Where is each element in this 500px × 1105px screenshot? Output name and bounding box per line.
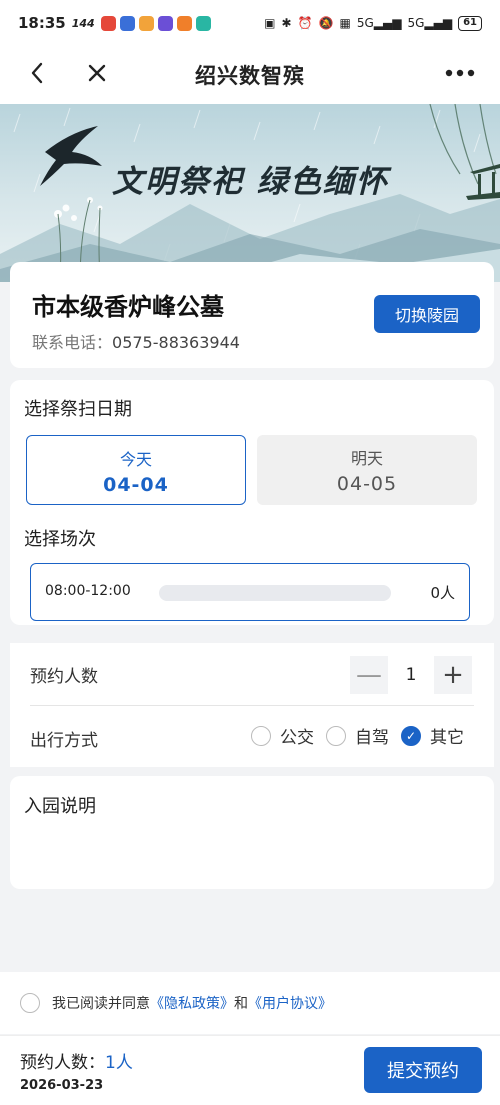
travel-option-label: 自驾 <box>355 728 389 748</box>
entry-instructions-card: 入园说明 <box>10 776 494 889</box>
signal-icon: 5G▂▄▆ <box>356 16 402 30</box>
agree-checkbox[interactable] <box>20 993 40 1013</box>
travel-option-self-drive[interactable]: 自驾 <box>326 723 389 748</box>
radio-checked-icon: ✓ <box>401 725 421 746</box>
cemetery-card: 市本级香炉峰公墓 联系电话：0575-88363944 切换陵园 <box>10 262 494 368</box>
app-notification-icon <box>119 15 135 31</box>
date-section-title: 选择祭扫日期 <box>24 399 132 420</box>
agreement-text: 我已阅读并同意 <box>52 996 150 1012</box>
travel-option-label: 公交 <box>280 728 314 748</box>
people-count-label: 预约人数 <box>30 667 98 687</box>
footer-count-value: 1人 <box>105 1053 133 1073</box>
phone-label: 联系电话： <box>32 333 113 352</box>
footer-bar: 预约人数：1人 2026-03-23 提交预约 <box>0 1035 500 1105</box>
app-notification-icon <box>176 15 192 31</box>
date-option-tomorrow[interactable]: 明天 04-05 <box>257 435 477 505</box>
signal-icon: 5G▂▄▆ <box>407 16 453 30</box>
session-capacity-bar <box>159 585 391 601</box>
session-time: 08:00-12:00 <box>45 583 131 599</box>
app-notification-icon <box>195 15 211 31</box>
footer-date: 2026-03-23 <box>20 1078 104 1093</box>
travel-option-bus[interactable]: 公交 <box>251 723 314 748</box>
radio-unchecked-icon <box>251 725 271 746</box>
entry-instructions-title: 入园说明 <box>24 796 96 817</box>
date-option-label: 今天 <box>119 450 152 469</box>
agreement-and: 和 <box>234 996 248 1012</box>
battery-icon: 61 <box>458 15 482 31</box>
session-section-title: 选择场次 <box>24 529 96 550</box>
more-icon <box>445 69 475 77</box>
agreement-row: 我已阅读并同意 《隐私政策》 和 《用户协议》 <box>0 972 500 1034</box>
hd-icon: ▦ <box>339 16 351 30</box>
status-time: 18:35 <box>18 14 66 32</box>
travel-option-other[interactable]: ✓ 其它 <box>401 723 464 748</box>
mute-icon: 🔕 <box>318 16 334 30</box>
app-notification-icon <box>138 15 154 31</box>
date-option-value: 04-04 <box>103 474 169 496</box>
submit-booking-button[interactable]: 提交预约 <box>364 1047 482 1093</box>
more-button[interactable] <box>440 58 480 88</box>
date-option-today[interactable]: 今天 04-04 <box>26 435 246 505</box>
chevron-left-icon <box>31 62 43 84</box>
back-button[interactable] <box>22 58 52 88</box>
status-right: ▣ ✱ ⏰ 🔕 ▦ 5G▂▄▆ 5G▂▄▆ 61 <box>264 15 482 31</box>
cemetery-phone: 联系电话：0575-88363944 <box>32 329 240 353</box>
switch-cemetery-button[interactable]: 切换陵园 <box>374 295 480 333</box>
footer-people-count: 预约人数：1人 <box>20 1048 133 1073</box>
banner: 文明祭祀 绿色缅怀 <box>0 104 500 282</box>
footer-count-label: 预约人数： <box>20 1053 105 1073</box>
plus-button[interactable]: + <box>434 656 472 694</box>
close-icon <box>88 64 106 82</box>
session-option[interactable]: 08:00-12:00 0人 <box>30 563 470 621</box>
minus-button[interactable]: — <box>350 656 388 694</box>
app-notification-icon <box>157 15 173 31</box>
booking-card: 预约人数 — 1 + 出行方式 公交 自驾 ✓ 其它 <box>10 643 494 767</box>
divider <box>30 705 474 706</box>
privacy-policy-link[interactable]: 《隐私政策》 <box>150 993 234 1013</box>
bluetooth-icon: ✱ <box>281 16 292 30</box>
radio-unchecked-icon <box>326 725 346 746</box>
travel-mode-label: 出行方式 <box>30 731 98 751</box>
people-stepper: — 1 + <box>350 656 472 694</box>
alarm-icon: ⏰ <box>297 16 313 30</box>
status-bar: 18:35 144 ▣ ✱ ⏰ 🔕 ▦ 5G▂▄▆ 5G▂▄▆ 61 <box>0 0 500 46</box>
travel-mode-options: 公交 自驾 ✓ 其它 <box>239 723 464 748</box>
people-count-value: 1 <box>405 665 417 685</box>
date-option-label: 明天 <box>350 449 383 468</box>
cemetery-name: 市本级香炉峰公墓 <box>32 293 224 321</box>
travel-option-label: 其它 <box>430 728 464 748</box>
phone-number[interactable]: 0575-88363944 <box>112 333 240 352</box>
user-agreement-link[interactable]: 《用户协议》 <box>248 993 332 1013</box>
close-button[interactable] <box>82 58 112 88</box>
banner-slogan: 文明祭祀 绿色缅怀 <box>112 164 389 200</box>
notification-icons <box>100 15 211 31</box>
nfc-icon: ▣ <box>264 16 276 30</box>
page-title: 绍兴数智殡 <box>195 64 305 88</box>
app-notification-icon <box>100 15 116 31</box>
network-speed: 144 <box>71 16 95 30</box>
date-option-value: 04-05 <box>336 473 398 495</box>
session-count: 0人 <box>430 584 455 602</box>
date-session-card: 选择祭扫日期 今天 04-04 明天 04-05 选择场次 08:00-12:0… <box>10 380 494 625</box>
nav-bar: 绍兴数智殡 <box>0 46 500 104</box>
